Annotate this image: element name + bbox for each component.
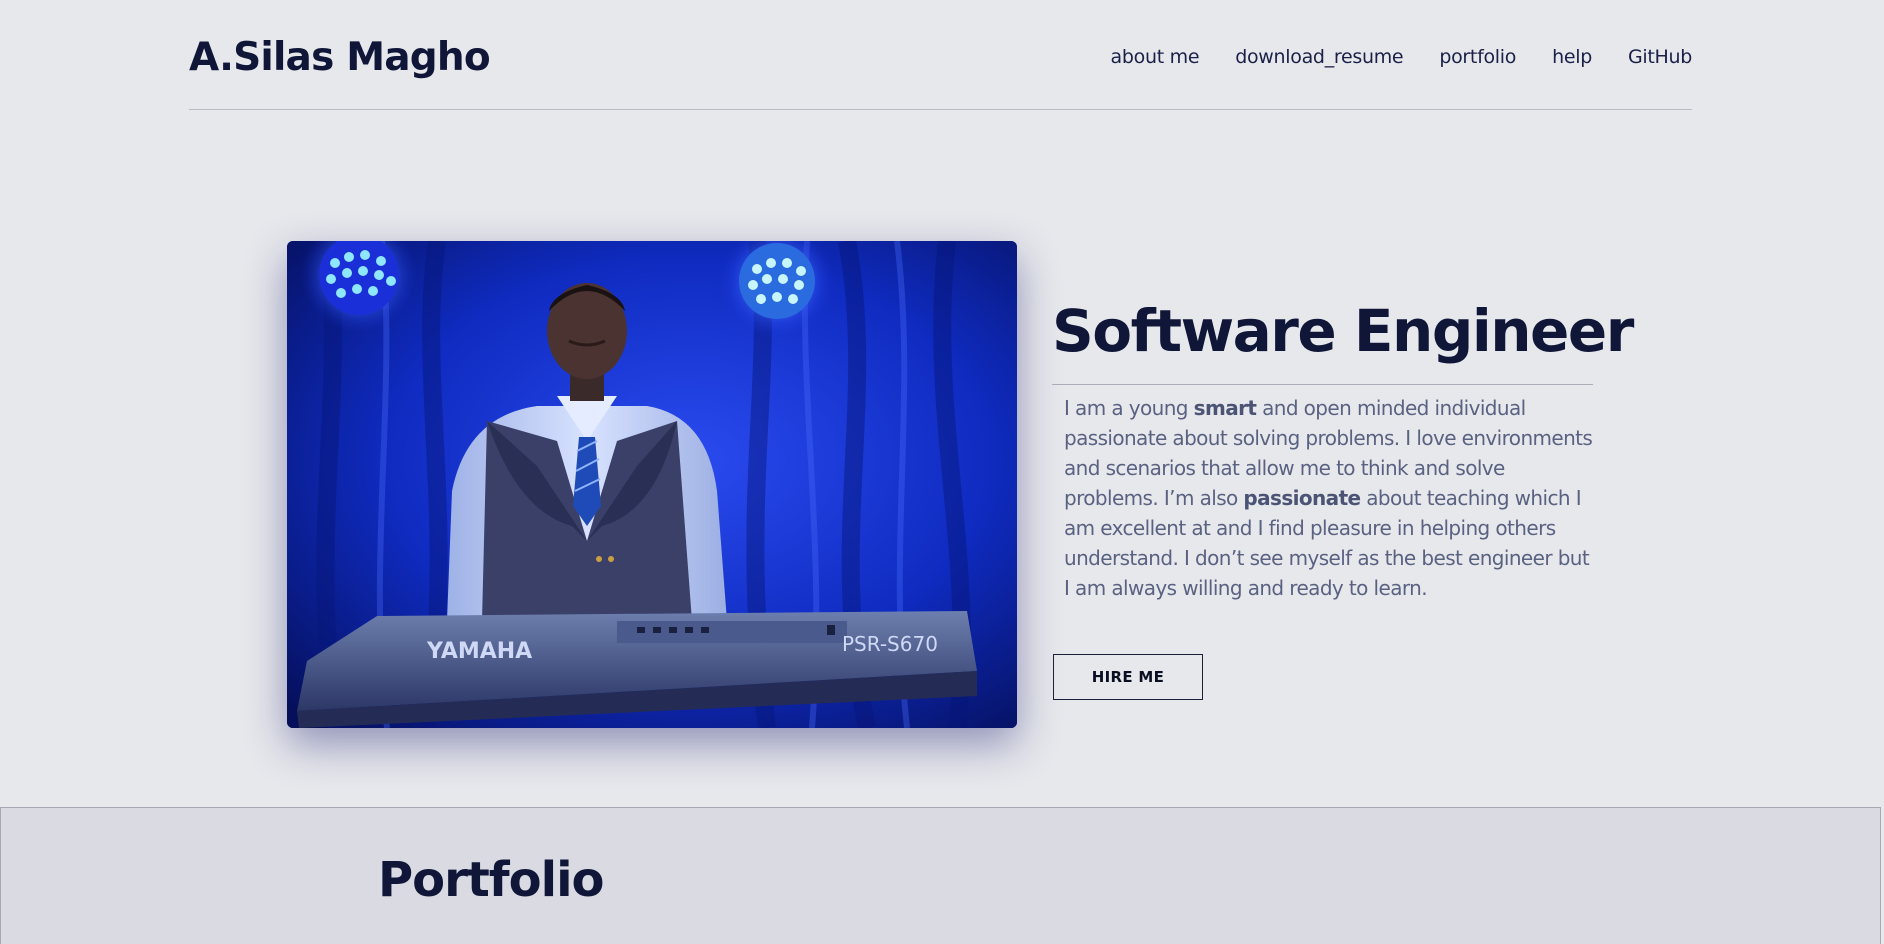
keyboard-model-label: PSR-S670 (842, 632, 938, 656)
portfolio-section: Portfolio (0, 807, 1881, 944)
portrait-photo-icon: YAMAHA PSR-S670 (287, 241, 1017, 728)
site-header: A.Silas Magho about me download_resume p… (189, 0, 1692, 110)
nav-link-help[interactable]: help (1552, 45, 1592, 69)
hero-bio: I am a young smart and open minded indiv… (1064, 393, 1598, 603)
hero-photo: YAMAHA PSR-S670 (287, 241, 1017, 728)
nav-link-github[interactable]: GitHub (1628, 45, 1692, 69)
hero-divider (1052, 384, 1593, 385)
site-logo[interactable]: A.Silas Magho (189, 36, 491, 80)
bio-highlight-passionate: passionate (1243, 486, 1361, 510)
hire-me-button[interactable]: HIRE ME (1053, 654, 1203, 700)
main-nav: about me download_resume portfolio help … (1111, 45, 1693, 69)
nav-link-portfolio[interactable]: portfolio (1439, 45, 1516, 69)
bio-text: I am a young (1064, 396, 1194, 420)
bio-highlight-smart: smart (1193, 396, 1257, 420)
keyboard-brand-label: YAMAHA (426, 639, 532, 664)
nav-link-download-resume[interactable]: download_resume (1235, 45, 1403, 69)
portfolio-heading: Portfolio (378, 852, 605, 908)
hero-title: Software Engineer (1052, 297, 1634, 365)
nav-link-about-me[interactable]: about me (1111, 45, 1200, 69)
